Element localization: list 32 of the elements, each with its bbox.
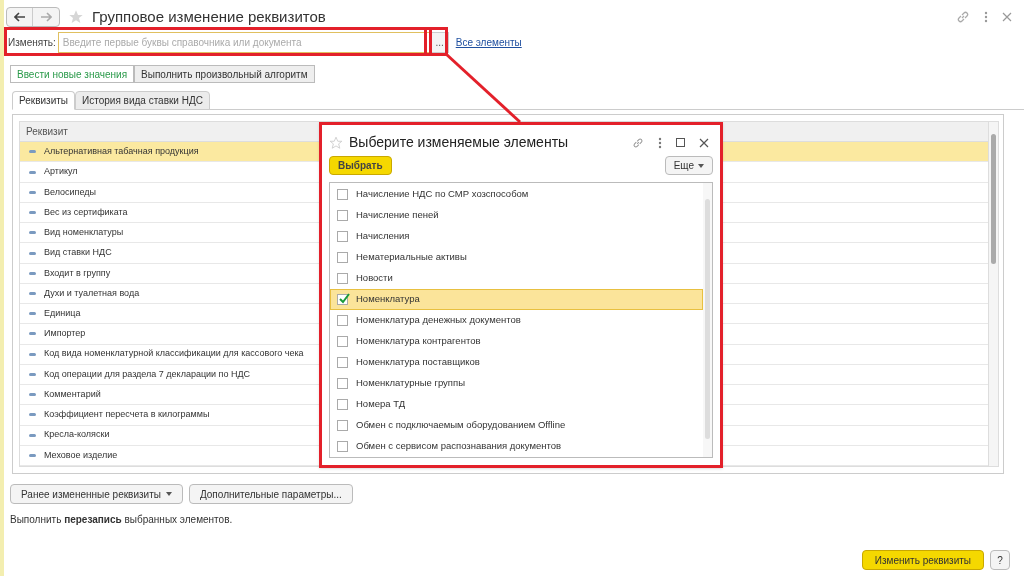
table-cell-text: Комментарий: [44, 387, 101, 401]
window-title: Групповое изменение реквизитов: [92, 6, 326, 27]
table-cell-text: Единица: [44, 306, 81, 320]
list-item-label: Номера ТД: [356, 397, 406, 412]
table-cell: Код вида номенклатурной классификации для кассового чека: [44, 347, 304, 361]
table-cell: Входит в группу: [44, 266, 111, 280]
table-cell-text: Вес из сертификата: [44, 205, 128, 219]
table-cell: Коэффициент пересчета в килограммы: [44, 408, 210, 422]
table-cell: Вид ставки НДС: [44, 246, 112, 260]
list-item-label: Начисления: [356, 229, 410, 244]
table-cell: Артикул: [44, 165, 78, 179]
table-cell: Импортер: [44, 327, 86, 341]
list-item-label: Номенклатурные группы: [356, 376, 465, 391]
list-item-label: Новости: [356, 271, 393, 286]
table-cell-text: Духи и туалетная вода: [44, 286, 140, 300]
table-cell-text: Велосипеды: [44, 185, 96, 199]
list-item-label: Номенклатура контрагентов: [356, 334, 481, 349]
list-item-label: Номенклатура: [356, 292, 420, 307]
list-item-label: Номенклатура поставщиков: [356, 355, 480, 370]
list-item-label: Обмен с подключаемым оборудованием Offline: [356, 418, 566, 433]
list-item-label: Нематериальные активы: [356, 250, 467, 265]
list-item-label: Номенклатура денежных документов: [356, 313, 521, 328]
list-item-label: Начисление НДС по СМР хозспособом: [356, 187, 529, 202]
table-cell: Вид номенклатуры: [44, 226, 124, 240]
list-item-label: Обмен с сервисом распознавания документов: [356, 439, 562, 454]
note-text: Выполнить перезапись выбранных элементов.: [10, 513, 234, 527]
table-cell-text: Код операции для раздела 7 декларации по НДС: [44, 367, 251, 381]
table-cell-text: Меховое изделие: [44, 448, 118, 462]
table-cell: Кресла-коляски: [44, 428, 110, 442]
table-cell: Альтернативная табачная продукция: [44, 145, 199, 159]
field-label: Изменять:: [8, 35, 56, 50]
list-item-label: Начисление пеней: [356, 208, 439, 223]
